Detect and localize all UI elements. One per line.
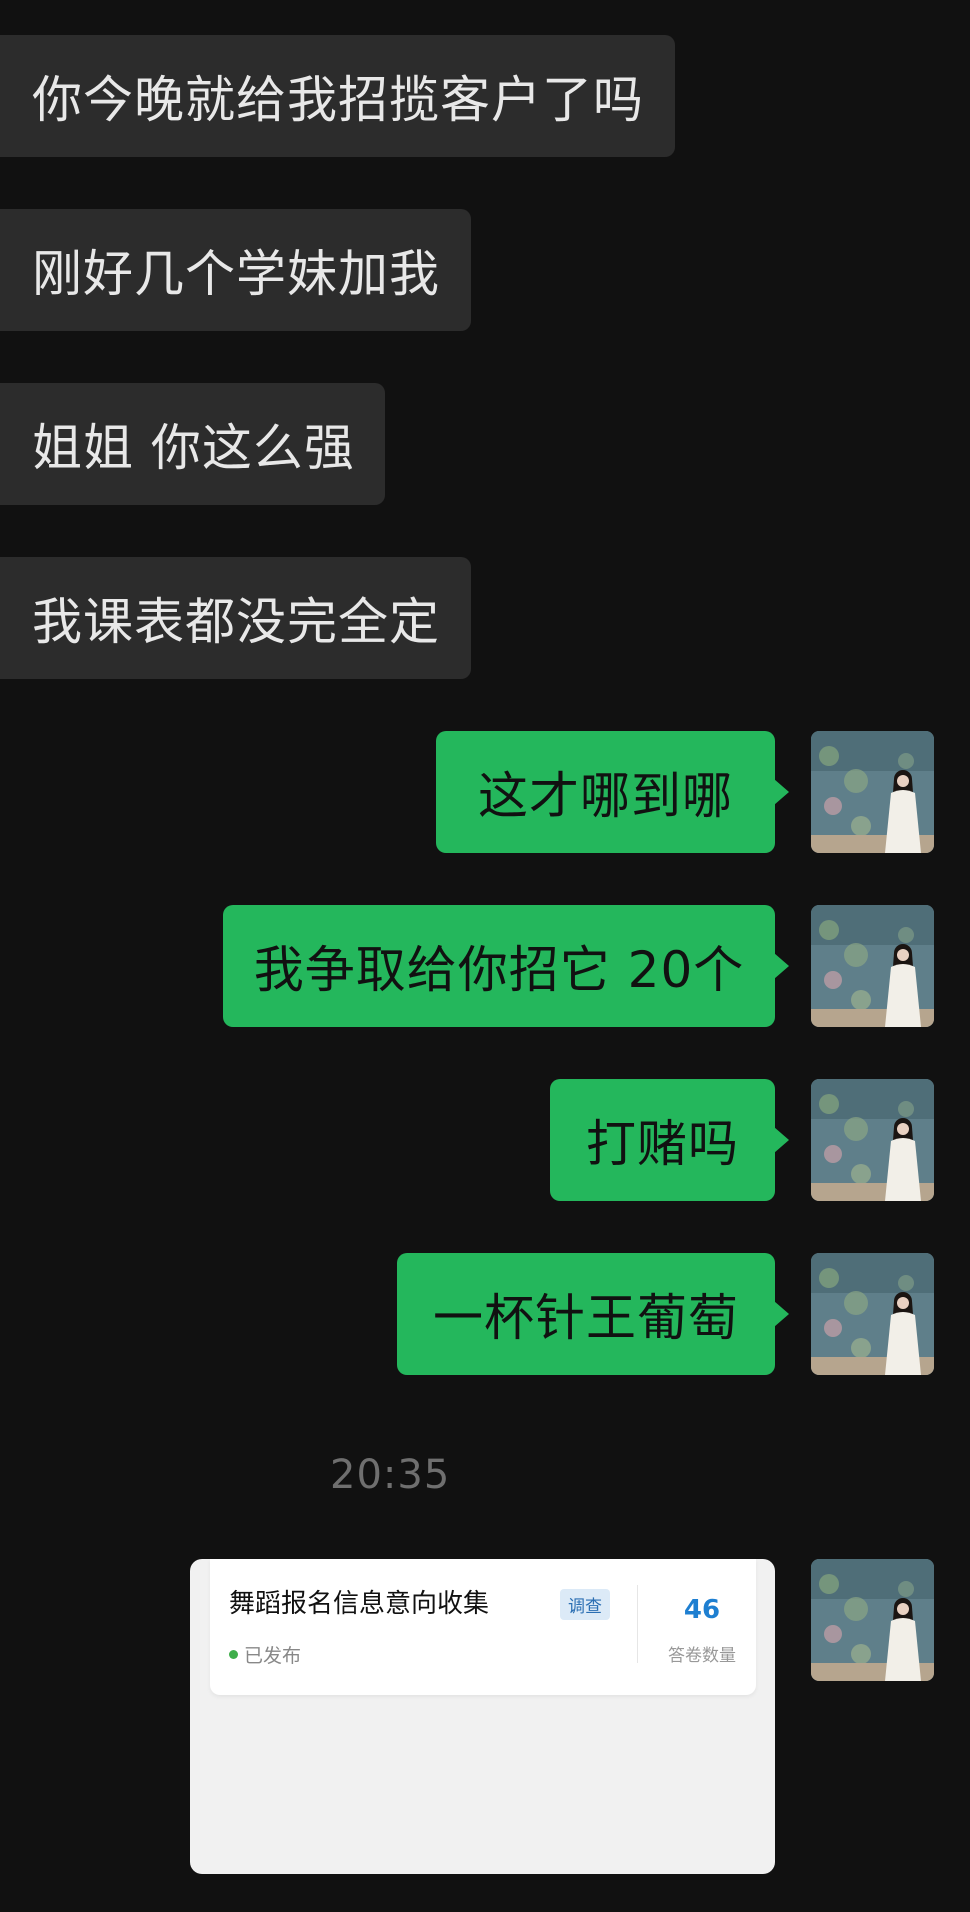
message-text: 一杯针王葡萄	[433, 1289, 739, 1347]
incoming-message[interactable]: 我课表都没完全定	[0, 557, 471, 679]
status-dot-icon	[229, 1650, 238, 1659]
shared-survey-card[interactable]: 舞蹈报名信息意向收集 调查 已发布 46 答卷数量	[190, 1559, 775, 1874]
user-avatar-icon[interactable]	[811, 905, 934, 1027]
outgoing-message[interactable]: 一杯针王葡萄	[397, 1253, 789, 1375]
user-avatar-icon[interactable]	[811, 1253, 934, 1375]
avatar-image	[811, 1079, 934, 1201]
user-avatar-icon[interactable]	[811, 1079, 934, 1201]
message-text: 我课表都没完全定	[32, 593, 440, 651]
outgoing-message[interactable]: 这才哪到哪	[436, 731, 789, 853]
message-text: 刚好几个学妹加我	[32, 245, 440, 303]
incoming-message[interactable]: 刚好几个学妹加我	[0, 209, 471, 331]
response-count: 46	[683, 1595, 721, 1625]
survey-status-text: 已发布	[244, 1645, 302, 1667]
survey-title: 舞蹈报名信息意向收集	[229, 1589, 490, 1619]
message-text: 这才哪到哪	[478, 767, 733, 825]
survey-card-summary[interactable]: 舞蹈报名信息意向收集 调查 已发布 46 答卷数量	[210, 1559, 756, 1695]
response-count-label: 答卷数量	[668, 1646, 736, 1666]
avatar-image	[811, 1253, 934, 1375]
user-avatar-icon[interactable]	[811, 1559, 934, 1681]
message-text: 姐姐 你这么强	[32, 419, 355, 477]
survey-status: 已发布	[229, 1641, 301, 1668]
survey-tag-badge: 调查	[560, 1589, 610, 1620]
card-divider	[637, 1585, 638, 1663]
avatar-image	[811, 731, 934, 853]
incoming-message[interactable]: 姐姐 你这么强	[0, 383, 385, 505]
avatar-image	[811, 1559, 934, 1681]
message-text: 我争取给你招它 20个	[253, 941, 745, 999]
avatar-image	[811, 905, 934, 1027]
user-avatar-icon[interactable]	[811, 731, 934, 853]
incoming-message[interactable]: 你今晚就给我招揽客户了吗	[0, 35, 675, 157]
outgoing-message[interactable]: 打赌吗	[550, 1079, 789, 1201]
message-text: 你今晚就给我招揽客户了吗	[32, 71, 644, 129]
outgoing-message[interactable]: 我争取给你招它 20个	[223, 905, 789, 1027]
message-text: 打赌吗	[586, 1115, 739, 1173]
message-timestamp: 20:35	[330, 1452, 451, 1498]
